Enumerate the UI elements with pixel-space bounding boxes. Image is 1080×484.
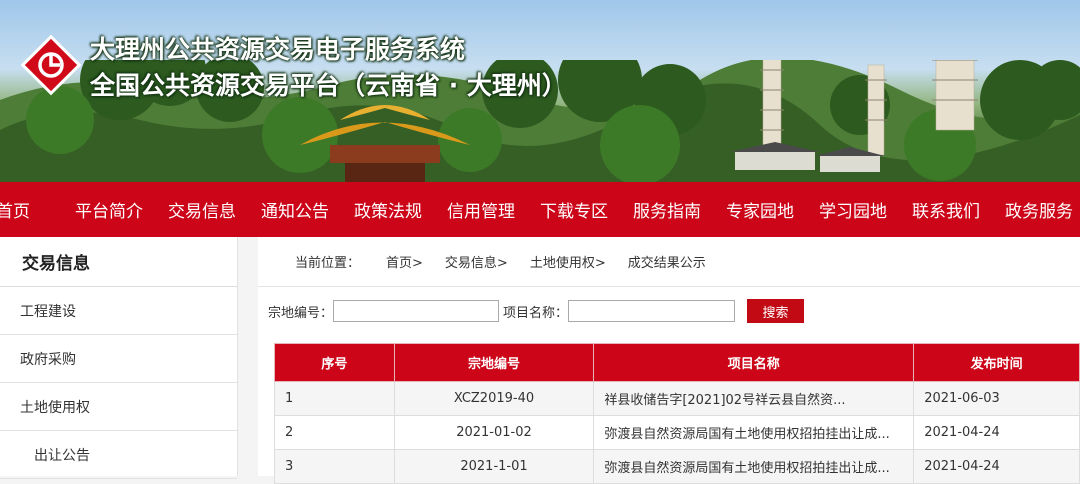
project-name-input[interactable]: [568, 300, 736, 322]
row-land-code: 2021-1-01: [393, 449, 595, 484]
table-row[interactable]: 3 2021-1-01 弥渡县自然资源局国有土地使用权招拍挂出让成... 202…: [274, 449, 1080, 484]
row-index: 3: [274, 449, 395, 484]
row-index: 1: [274, 381, 395, 416]
breadcrumb-land-use[interactable]: 土地使用权>: [530, 252, 606, 271]
sidebar-item-construction[interactable]: 工程建设: [0, 287, 237, 335]
table-row[interactable]: 2 2021-01-02 弥渡县自然资源局国有土地使用权招拍挂出让成... 20…: [274, 415, 1080, 450]
row-index: 2: [274, 415, 395, 450]
site-title-main: 大理州公共资源交易电子服务系统: [90, 35, 466, 64]
column-header-index: 序号: [274, 343, 395, 382]
row-publish-date: 2021-06-03: [913, 381, 1080, 416]
results-table: 序号 宗地编号 项目名称 发布时间 1 XCZ2019-40 祥县收储告字[20…: [274, 343, 1080, 484]
nav-item-notices[interactable]: 通知公告: [261, 197, 329, 222]
search-button[interactable]: 搜索: [747, 299, 805, 323]
row-publish-date: 2021-04-24: [913, 415, 1080, 450]
nav-item-learning[interactable]: 学习园地: [819, 197, 887, 222]
nav-item-about[interactable]: 平台简介: [75, 197, 143, 222]
nav-item-experts[interactable]: 专家园地: [726, 197, 794, 222]
breadcrumb-current: 成交结果公示: [627, 256, 706, 271]
site-title-sub: 全国公共资源交易平台（云南省 · 大理州）: [90, 71, 567, 100]
nav-item-guide[interactable]: 服务指南: [633, 197, 701, 222]
header-banner: 大理州公共资源交易电子服务系统 全国公共资源交易平台（云南省 · 大理州）: [0, 0, 1080, 182]
row-project-name-link[interactable]: 祥县收储告字[2021]02号祥云县自然资...: [593, 381, 915, 416]
nav-item-gov-service[interactable]: 政务服务: [1005, 197, 1073, 222]
main-content: 当前位置： 首页> 交易信息> 土地使用权> 成交结果公示 宗地编号： 项目名称…: [258, 237, 1080, 484]
column-header-land-code: 宗地编号: [393, 343, 595, 382]
sidebar-subitem-transfer-notice[interactable]: 出让公告: [0, 431, 237, 479]
main-nav: 首页 平台简介 交易信息 通知公告 政策法规 信用管理 下载专区 服务指南 专家…: [0, 182, 1080, 237]
nav-item-downloads[interactable]: 下载专区: [540, 197, 608, 222]
breadcrumb: 当前位置： 首页> 交易信息> 土地使用权> 成交结果公示: [258, 237, 1080, 287]
sidebar-item-gov-procurement[interactable]: 政府采购: [0, 335, 237, 383]
row-project-name-link[interactable]: 弥渡县自然资源局国有土地使用权招拍挂出让成...: [593, 415, 915, 450]
land-code-input[interactable]: [333, 300, 500, 322]
sidebar-title: 交易信息: [0, 237, 237, 287]
table-header-row: 序号 宗地编号 项目名称 发布时间: [274, 343, 1080, 382]
land-code-label: 宗地编号：: [268, 305, 334, 321]
project-name-label: 项目名称：: [503, 305, 569, 321]
row-land-code: 2021-01-02: [393, 415, 595, 450]
search-bar: 宗地编号： 项目名称： 搜索: [268, 299, 805, 323]
sidebar-item-land-use[interactable]: 土地使用权: [0, 383, 237, 431]
nav-item-policy[interactable]: 政策法规: [354, 197, 422, 222]
row-project-name-link[interactable]: 弥渡县自然资源局国有土地使用权招拍挂出让成...: [593, 449, 915, 484]
row-land-code: XCZ2019-40: [393, 381, 595, 416]
nav-item-home[interactable]: 首页: [0, 197, 30, 222]
breadcrumb-prefix: 当前位置：: [295, 256, 361, 271]
column-header-publish-date: 发布时间: [913, 343, 1080, 382]
breadcrumb-home[interactable]: 首页>: [386, 252, 423, 271]
column-header-project-name: 项目名称: [593, 343, 915, 382]
row-publish-date: 2021-04-24: [913, 449, 1080, 484]
sidebar: 交易信息 工程建设 政府采购 土地使用权 出让公告: [0, 237, 238, 479]
nav-item-trade-info[interactable]: 交易信息: [168, 197, 236, 222]
platform-logo-icon: [20, 34, 82, 96]
nav-item-credit[interactable]: 信用管理: [447, 197, 515, 222]
nav-item-contact[interactable]: 联系我们: [912, 197, 980, 222]
breadcrumb-trade-info[interactable]: 交易信息>: [445, 252, 508, 271]
table-row[interactable]: 1 XCZ2019-40 祥县收储告字[2021]02号祥云县自然资... 20…: [274, 381, 1080, 416]
